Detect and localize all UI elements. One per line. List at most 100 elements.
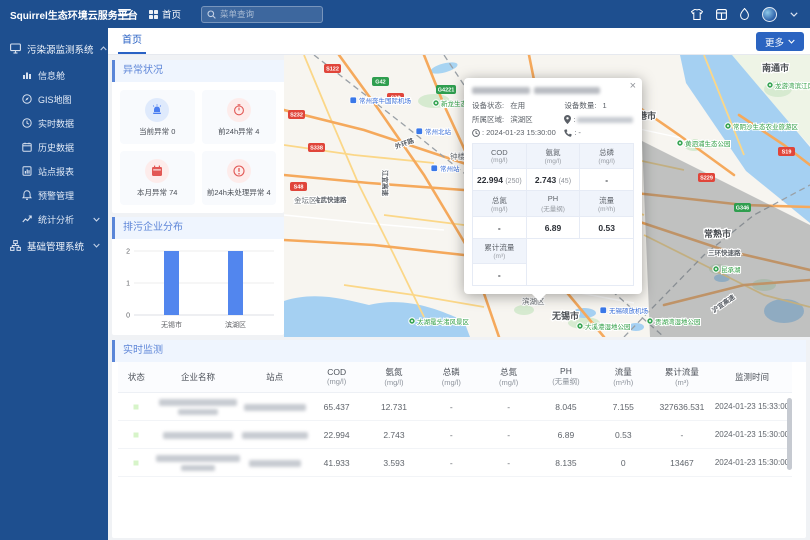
user-avatar[interactable] — [762, 7, 777, 22]
search-icon — [207, 10, 216, 19]
chevron-up-icon — [100, 46, 107, 51]
bar-chart-icon — [22, 70, 32, 80]
report-icon — [22, 166, 32, 176]
svg-text:江宜高速: 江宜高速 — [381, 170, 390, 197]
nav-home[interactable]: 首页 — [149, 7, 181, 21]
card-label: 前24h异常 4 — [218, 126, 259, 137]
device-status-label: 设备状态: — [472, 100, 504, 111]
bar-chart: 2 1 0 无锡市 滨湖区 — [116, 241, 280, 333]
sidebar-group-pollution-monitoring[interactable]: 污染源监测系统 — [0, 34, 108, 63]
sidebar-group-label: 污染源监测系统 — [27, 42, 94, 56]
svg-text:太湖鼋头渚风景区: 太湖鼋头渚风景区 — [417, 317, 470, 326]
user-chevron-down-icon[interactable] — [790, 12, 798, 17]
layout-icon[interactable] — [716, 9, 727, 20]
station-popup: × 设备状态: 在用 设备数量: 1 所属区域: 滨湖区 : : 2024-01… — [464, 78, 642, 294]
panel-title: 排污企业分布 — [112, 217, 284, 239]
svg-text:无锡硕放机场: 无锡硕放机场 — [609, 306, 649, 315]
app-logo: Squirrel生态环境云服务平台 — [0, 7, 108, 22]
panel-title: 异常状况 — [112, 60, 284, 82]
map-canvas[interactable]: S122 G42 G4221 S39 S232 S338 S48 S229 G3… — [284, 55, 810, 337]
menu-collapse-icon[interactable] — [118, 9, 131, 20]
sidebar-item-alert-management[interactable]: 预警管理 — [0, 183, 108, 207]
enterprise-distribution-panel: 排污企业分布 2 1 0 无锡市 — [112, 217, 284, 335]
card-unhandled-abnormal[interactable]: 前24h未处理异常 4 — [202, 151, 277, 205]
card-last24h-abnormal[interactable]: 前24h异常 4 — [202, 90, 277, 144]
card-label: 本月异常 74 — [137, 187, 177, 198]
bar-wuxi — [164, 251, 179, 315]
sidebar-item-info-cabin[interactable]: 信息舱 — [0, 63, 108, 87]
sidebar-item-label: 统计分析 — [38, 213, 74, 226]
popup-close-icon[interactable]: × — [630, 80, 636, 92]
stopwatch-alert-icon — [227, 98, 251, 122]
search-input[interactable] — [220, 9, 310, 19]
svg-text:常州北站: 常州北站 — [425, 127, 452, 136]
more-button[interactable]: 更多 — [756, 32, 804, 51]
svg-text:南通市: 南通市 — [762, 62, 789, 73]
sidebar: 污染源监测系统 信息舱 GIS地图 实时数据 历史数据 站点报表 — [0, 28, 108, 540]
station-name-redacted — [241, 421, 308, 449]
svg-text:常州站: 常州站 — [440, 164, 460, 173]
sidebar-item-statistics[interactable]: 统计分析 — [0, 207, 108, 231]
theme-shirt-icon[interactable] — [691, 9, 703, 20]
svg-text:三环快速路: 三环快速路 — [708, 248, 741, 257]
card-label: 前24h未处理异常 4 — [207, 187, 271, 198]
tabbar: 首页 更多 — [108, 28, 810, 55]
bell-icon — [22, 190, 32, 200]
svg-text:常熟市: 常熟市 — [704, 228, 731, 239]
panel-title: 实时监测 — [112, 340, 806, 362]
svg-text:昆承湖: 昆承湖 — [721, 265, 741, 274]
clock-icon — [22, 118, 32, 128]
flame-icon[interactable] — [740, 8, 749, 20]
device-count-value: 1 — [603, 101, 607, 110]
card-month-abnormal[interactable]: 本月异常 74 — [120, 151, 195, 205]
svg-text:金武快速路: 金武快速路 — [313, 195, 347, 204]
popup-time: 2024-01-23 15:30:00 — [486, 128, 556, 137]
calendar-alert-icon — [145, 159, 169, 183]
phone-icon — [564, 129, 572, 137]
sidebar-item-station-report[interactable]: 站点报表 — [0, 159, 108, 183]
enterprise-name-redacted — [155, 421, 242, 449]
exclamation-circle-icon — [227, 159, 251, 183]
svg-text:S338: S338 — [310, 146, 323, 152]
x-tick: 滨湖区 — [225, 320, 246, 329]
enterprise-name-redacted — [155, 393, 242, 421]
topbar: Squirrel生态环境云服务平台 首页 — [0, 0, 810, 28]
station-name-redacted — [241, 449, 308, 477]
menu-search[interactable] — [201, 6, 323, 23]
svg-text:金坛区: 金坛区 — [294, 195, 317, 205]
table-row[interactable]: 41.933 3.593 - - 8.135 0 13467 2024-01-2… — [118, 449, 792, 477]
y-tick: 2 — [126, 249, 130, 256]
region-value: 滨湖区 — [510, 114, 533, 125]
compass-icon — [22, 94, 32, 104]
colon: : — [574, 128, 576, 137]
table-scrollbar[interactable] — [787, 398, 792, 470]
sidebar-item-label: 预警管理 — [38, 189, 74, 202]
device-count-label: 设备数量: — [564, 100, 596, 111]
svg-text:S232: S232 — [290, 113, 303, 119]
card-current-abnormal[interactable]: 当前异常 0 — [120, 90, 195, 144]
abnormal-status-panel: 异常状况 当前异常 0 前24h异常 4 — [112, 60, 284, 213]
sidebar-item-gis-map[interactable]: GIS地图 — [0, 87, 108, 111]
popup-phone: - — [578, 128, 581, 137]
table-row[interactable]: 65.437 12.731 - - 8.045 7.155 327636.531… — [118, 393, 792, 421]
sidebar-group-base-management[interactable]: 基础管理系统 — [0, 231, 108, 260]
device-status-value: 在用 — [510, 100, 525, 111]
chevron-down-icon — [93, 217, 100, 222]
popup-metrics-table: COD(mg/l) 氨氮(mg/l) 总磷(mg/l) 22.994 (250)… — [472, 143, 634, 286]
realtime-table: 状态 企业名称 站点 COD(mg/l) 氨氮(mg/l) 总磷(mg/l) 总… — [118, 362, 792, 477]
sidebar-item-realtime-data[interactable]: 实时数据 — [0, 111, 108, 135]
calendar-icon — [22, 142, 32, 152]
location-pin-icon — [564, 115, 571, 124]
x-tick: 无锡市 — [161, 320, 182, 329]
more-button-label: 更多 — [765, 35, 784, 49]
clock-icon — [472, 129, 480, 137]
svg-text:S48: S48 — [294, 185, 304, 191]
sidebar-item-history-data[interactable]: 历史数据 — [0, 135, 108, 159]
sidebar-item-label: 站点报表 — [38, 165, 74, 178]
colon: : — [482, 128, 484, 137]
bar-binhu — [228, 251, 243, 315]
svg-text:G42: G42 — [375, 80, 385, 86]
svg-text:S229: S229 — [700, 176, 713, 182]
table-row[interactable]: 22.994 2.743 - - 6.89 0.53 - 2024-01-23 … — [118, 421, 792, 449]
tab-home[interactable]: 首页 — [118, 28, 146, 54]
